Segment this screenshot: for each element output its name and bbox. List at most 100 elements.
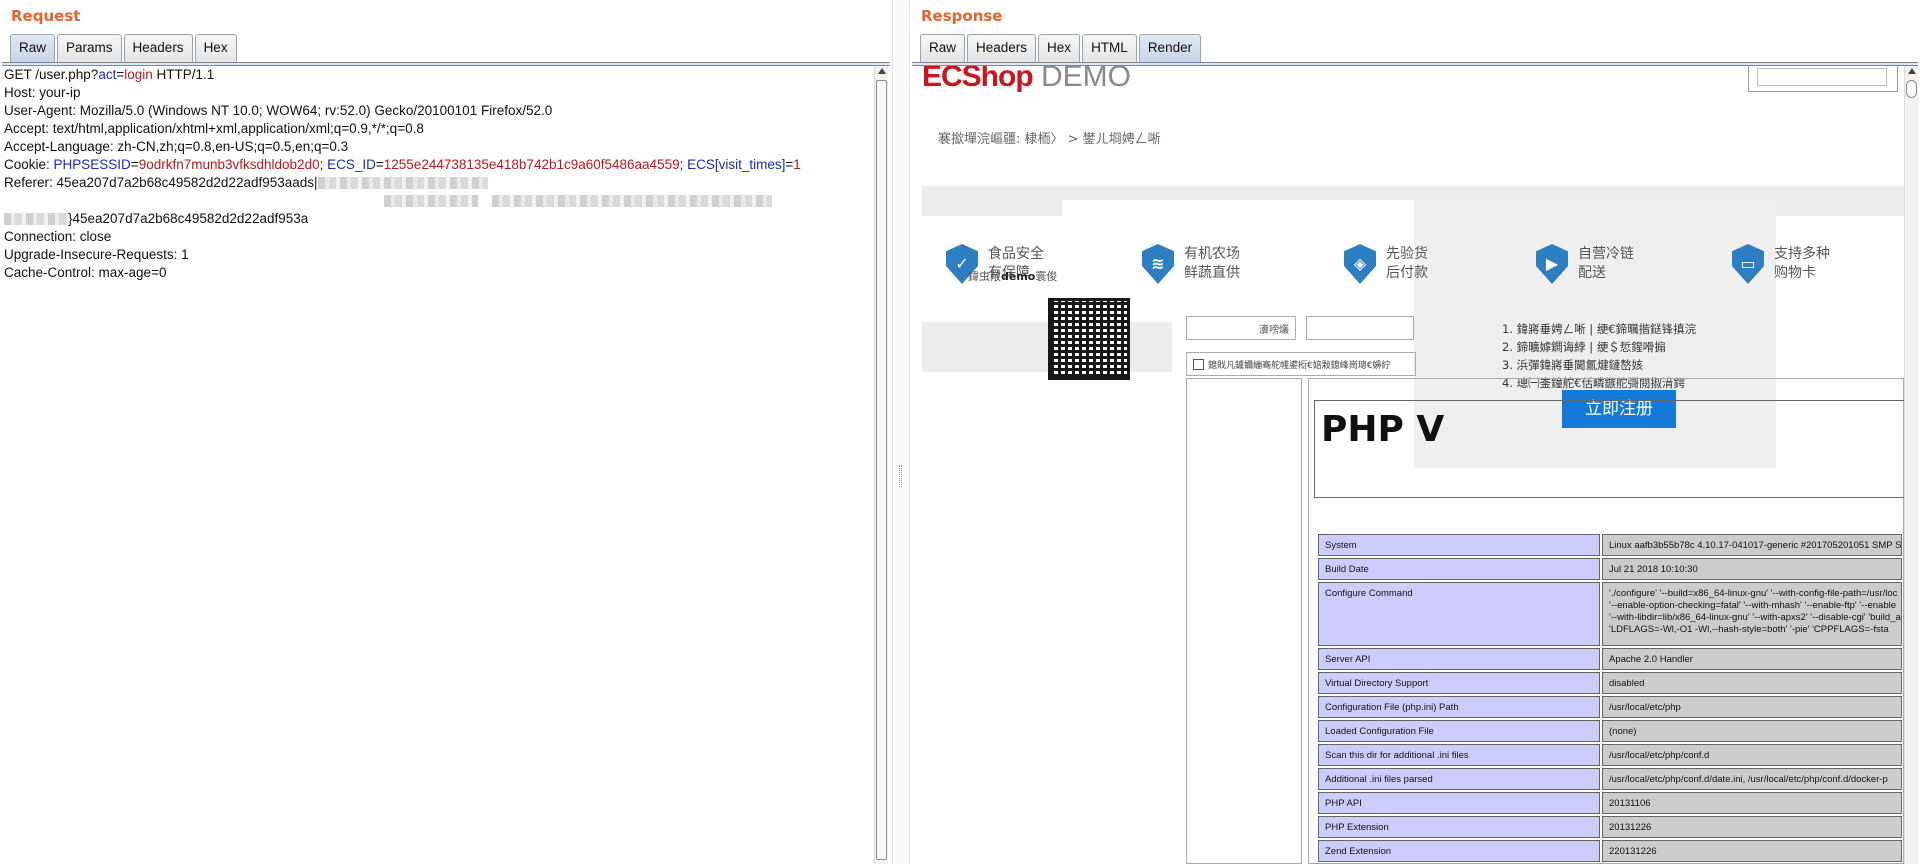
qr-code-icon [1048,298,1130,380]
side-gray-block [922,322,1172,372]
phpinfo-value: Apache 2.0 Handler [1602,648,1902,670]
phpinfo-value: /usr/local/etc/php [1602,696,1902,718]
checkbox-icon[interactable] [1193,359,1204,370]
scroll-up-arrow-icon[interactable] [878,68,886,74]
redacted-blur [317,177,488,190]
phpinfo-value-line: './configure' '--build=x86_64-linux-gnu'… [1609,588,1898,599]
request-panel: Request Raw Params Headers Hex GET /user… [0,0,892,864]
scroll-thumb[interactable] [1906,80,1917,98]
table-row: Configuration File (php.ini) Path/usr/lo… [1318,696,1902,718]
response-title: Response [921,7,1003,25]
phpinfo-value-line: (none) [1609,726,1637,737]
header-connection: Connection: close [4,229,112,244]
request-editor[interactable]: GET /user.php?act=login HTTP/1.1 Host: y… [2,66,874,864]
response-tabs: Raw Headers Hex HTML Render [920,34,1202,62]
table-row: Build Date Jul 21 2018 10:10:30 [1318,558,1902,580]
phpinfo-key: Build Date [1318,558,1600,580]
phpinfo-key: Virtual Directory Support [1318,672,1600,694]
header-accept-language: Accept-Language: zh-CN,zh;q=0.8,en-US;q=… [4,139,349,154]
request-title: Request [11,7,81,25]
table-row: Additional .ini files parsed/usr/local/e… [1318,768,1902,790]
shield-truck-icon: ▶ [1536,244,1568,284]
response-tab-render[interactable]: Render [1138,34,1202,62]
phpinfo-value: 20131226 [1602,816,1902,838]
request-tab-headers[interactable]: Headers [123,34,193,62]
table-row: System Linux aafb3b55b78c 4.10.17-041017-… [1318,534,1902,556]
phpinfo-value: Linux aafb3b55b78c 4.10.17-041017-generi… [1602,534,1902,556]
redacted-blur [492,195,772,208]
panel-splitter[interactable] [892,0,910,864]
table-row: PHP Extension 20131226 [1318,816,1902,838]
request-tab-params[interactable]: Params [57,34,122,62]
request-tab-hex[interactable]: Hex [194,34,237,62]
header-referer-tail: }45ea207d7a2b68c49582d2d22adf953a [2,210,874,228]
phpinfo-header: PHP V [1314,400,1904,498]
phpinfo-value: /usr/local/etc/php/conf.d/date.ini, /usr… [1602,768,1902,790]
response-panel: Response Raw Headers Hex HTML Render ECS… [910,0,1920,864]
phpinfo-value-line: 'LDFLAGS=-Wl,-O1 -Wl,--hash-style=both' … [1609,624,1889,635]
phpinfo-value-line: Linux aafb3b55b78c 4.10.17-041017-generi… [1609,540,1902,551]
response-tab-headers[interactable]: Headers [967,34,1037,62]
phpinfo-value: './configure' '--build=x86_64-linux-gnu'… [1602,582,1902,646]
breadcrumb: 褰撳墠浣嶇疆: 棣栭〉 > 鐢ㄦ埛娉ㄥ唽 [938,132,1161,147]
request-scrollbar[interactable] [874,66,888,864]
shield-leaf-icon: ≋ [1142,244,1174,284]
header-referer: Referer: 45ea207d7a2b68c49582d2d22adf953… [2,174,874,192]
response-tab-hex[interactable]: Hex [1038,34,1081,62]
phpinfo-heading: PHP V [1321,409,1445,450]
phpinfo-value-line: Jul 21 2018 10:10:30 [1609,564,1698,575]
header-referer-redacted [2,192,874,210]
feature-item: ▭ 支持多种 购物卡 [1732,244,1830,284]
phpinfo-value-line: 20131106 [1609,798,1651,809]
phpinfo-key: PHP Extension [1318,816,1600,838]
redacted-blur [4,213,68,226]
request-tabs: Raw Params Headers Hex [10,34,237,62]
phpinfo-key: Configure Command [1318,582,1600,646]
phpinfo-value-line: '--with-libdir=lib/x86_64-linux-gnu' '--… [1609,612,1901,623]
feature-item: ▶ 自营冷链 配送 [1536,244,1634,284]
phpinfo-value: disabled [1602,672,1902,694]
request-tab-raw[interactable]: Raw [10,34,56,62]
password-field[interactable] [1306,316,1414,340]
phpinfo-key: Zend Extension [1318,840,1600,862]
redacted-blur [384,195,478,208]
feature-item: ◈ 先验货 后付款 [1344,244,1428,284]
phpinfo-left-frame [1186,378,1302,864]
phpinfo-key: Scan this dir for additional .ini files [1318,744,1600,766]
phpinfo-value-line: 220131226 [1609,846,1657,857]
response-scrollbar[interactable] [1904,66,1918,864]
header-cookie: Cookie: PHPSESSID=9odrkfn7munb3vfksdhldo… [4,157,801,172]
shield-card-icon: ▭ [1732,244,1764,284]
header-search-box [1748,66,1898,92]
phpinfo-value-line: '--enable-option-checking=fatal' '--with… [1609,600,1897,611]
table-row: PHP API 20131106 [1318,792,1902,814]
table-row: Virtual Directory Support disabled [1318,672,1902,694]
table-row: Server API Apache 2.0 Handler [1318,648,1902,670]
header-host: Host: your-ip [4,85,81,100]
phpinfo-key: Configuration File (php.ini) Path [1318,696,1600,718]
ecshop-logo: ECShop DEMO [922,66,1132,93]
splitter-grip-icon[interactable] [899,465,902,487]
phpinfo-key: Loaded Configuration File [1318,720,1600,742]
phpinfo-value-line: /usr/local/etc/php [1609,702,1681,713]
header-accept: Accept: text/html,application/xhtml+xml,… [4,121,424,136]
phpinfo-value-line: Apache 2.0 Handler [1609,654,1693,665]
header-search-input[interactable] [1757,68,1887,86]
phpinfo-value: 20131106 [1602,792,1902,814]
phpinfo-value-line: /usr/local/etc/php/conf.d/date.ini, /usr… [1609,774,1888,785]
request-line: GET /user.php?act=login HTTP/1.1 [4,67,215,82]
table-row: Configure Command './configure' '--build=… [1318,582,1902,646]
header-upgrade: Upgrade-Insecure-Requests: 1 [4,247,189,262]
response-tab-html[interactable]: HTML [1082,34,1137,62]
agreement-checkbox-row[interactable]: 鎴戝凡鐪嬭繃骞舵帴鍙椼€婄敤鎴峰崗璁€嬶紵 [1186,352,1416,376]
feature-item: ≋ 有机农场 鲜蔬直供 [1142,244,1240,284]
header-cache-control: Cache-Control: max-age=0 [4,265,167,280]
phpinfo-key: Additional .ini files parsed [1318,768,1600,790]
scroll-up-arrow-icon[interactable] [1908,68,1916,74]
phpinfo-value: (none) [1602,720,1902,742]
form-label-password: 瀵嗙爜 [1186,316,1296,340]
table-row: Loaded Configuration File (none) [1318,720,1902,742]
response-tab-raw[interactable]: Raw [920,34,966,62]
rendered-page[interactable]: ECShop DEMO 褰撳墠浣嶇疆: 棣栭〉 > 鐢ㄦ埛娉ㄥ唽 ✓ 食品安全有… [912,66,1904,864]
scroll-thumb[interactable] [876,80,887,860]
